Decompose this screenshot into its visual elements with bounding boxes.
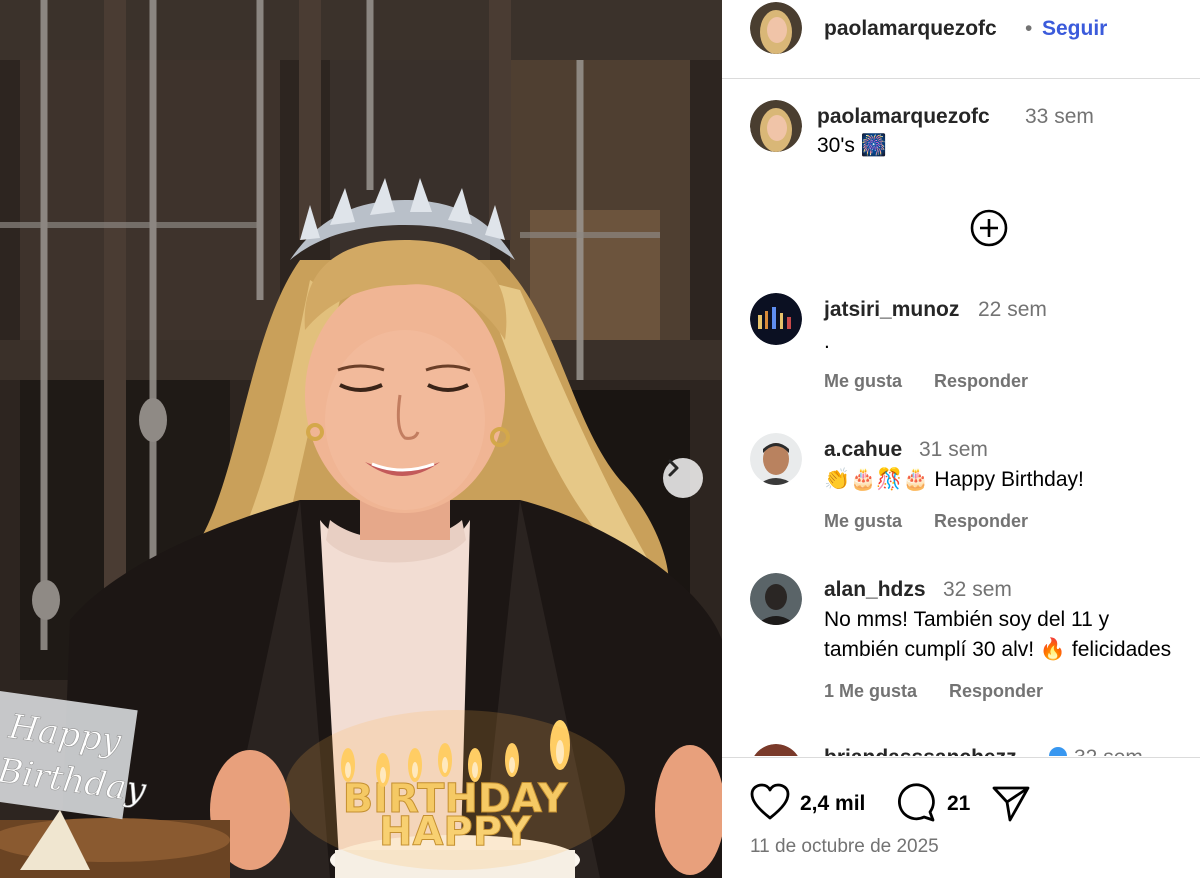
post-photo-illustration: Happy Birthday BIRTHDAY HAPPY [0,0,722,878]
comment-time[interactable]: 31 sem [919,438,988,462]
separator-dot: • [1025,17,1033,40]
comment-item-partial: briandasssanchezz 32 sem [722,742,1200,756]
caption-avatar[interactable] [750,100,802,152]
verified-badge-icon [1048,746,1068,756]
comments-count[interactable]: 21 [947,792,970,816]
share-button[interactable] [992,784,1030,827]
plus-circle-icon [970,209,1008,247]
comment-username[interactable]: jatsiri_munoz [824,298,959,322]
comment-text: 👏🎂🎊🎂 Happy Birthday! [824,468,1084,491]
comment-icon [898,783,935,822]
post-actions-bar: 2,4 mil 21 11 de octubre de 2025 [722,757,1200,878]
comment-time[interactable]: 32 sem [943,578,1012,602]
comment-avatar[interactable] [750,293,802,345]
send-icon [992,786,1030,822]
comment-like-button[interactable]: Me gusta [824,511,902,532]
author-avatar[interactable] [750,2,802,54]
post-image: Happy Birthday BIRTHDAY HAPPY [0,0,722,878]
caption-username[interactable]: paolamarquezofc [817,105,990,129]
comment-text-line: No mms! También soy del 11 y [824,608,1110,631]
likes-count[interactable]: 2,4 mil [800,792,865,816]
author-username[interactable]: paolamarquezofc [824,17,997,41]
post-header: paolamarquezofc • Seguir [722,0,1200,79]
caption-text: 30's 🎆 [817,134,887,157]
follow-button[interactable]: Seguir [1042,17,1107,41]
comment-text-line: también cumplí 30 alv! 🔥 felicidades [824,638,1172,661]
comment-username[interactable]: briandasssanchezz [824,746,1017,756]
chevron-right-icon [668,459,679,477]
comment-reply-button[interactable]: Responder [934,371,1028,392]
comment-username[interactable]: a.cahue [824,438,902,462]
post-side-panel: paolamarquezofc • Seguir paolamarquezofc… [722,0,1200,878]
caption-time[interactable]: 33 sem [1025,105,1094,129]
comment-time[interactable]: 32 sem [1074,746,1143,756]
post-date[interactable]: 11 de octubre de 2025 [750,836,939,858]
comment-like-button[interactable]: Me gusta [824,371,902,392]
load-more-comments-button[interactable] [970,209,1008,247]
comment-avatar[interactable] [750,433,802,485]
comment-button[interactable] [896,782,936,827]
comment-reply-button[interactable]: Responder [949,681,1043,702]
comment-avatar[interactable] [750,573,802,625]
next-image-button[interactable] [663,458,703,498]
comment-like-button[interactable]: 1 Me gusta [824,681,917,702]
comment-time[interactable]: 22 sem [978,298,1047,322]
comment-reply-button[interactable]: Responder [934,511,1028,532]
like-button[interactable] [750,783,790,826]
heart-icon [750,783,790,820]
comment-text: . [824,330,830,353]
comment-username[interactable]: alan_hdzs [824,578,926,602]
comment-avatar[interactable] [750,744,802,756]
